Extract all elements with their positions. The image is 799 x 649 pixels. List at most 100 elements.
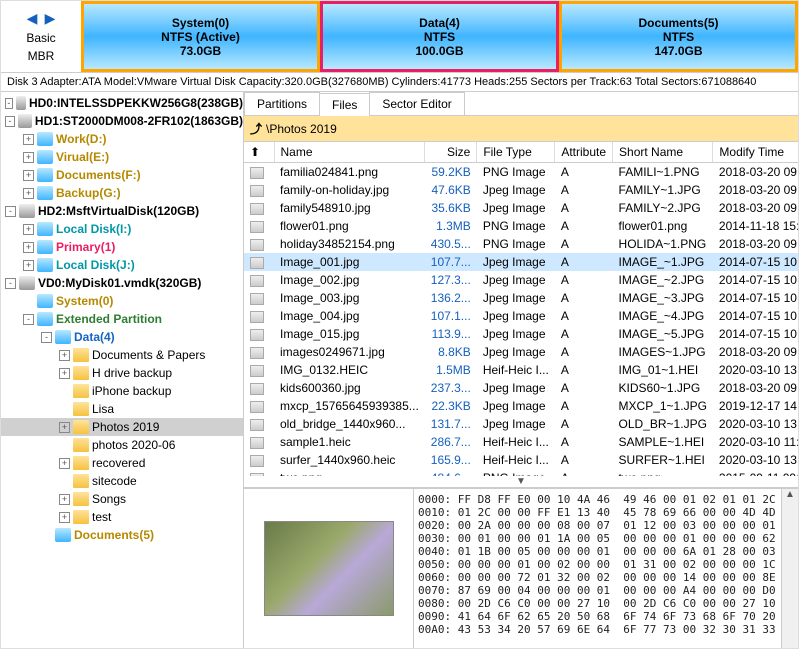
tree-toggle-icon[interactable]: + (59, 422, 70, 433)
tree-toggle-icon[interactable]: - (5, 278, 16, 289)
file-row[interactable]: family-on-holiday.jpg47.6KBJpeg ImageAFA… (244, 181, 798, 199)
file-row[interactable]: flower01.png1.3MBPNG ImageAflower01.png2… (244, 217, 798, 235)
file-row[interactable]: Image_001.jpg107.7...Jpeg ImageAIMAGE_~1… (244, 253, 798, 271)
col-name[interactable]: Name (274, 142, 425, 163)
file-row[interactable]: holiday34852154.png430.5...PNG ImageAHOL… (244, 235, 798, 253)
tree-toggle-icon[interactable]: + (23, 242, 34, 253)
col-mtime[interactable]: Modify Time (713, 142, 798, 163)
thumbnail-preview (244, 489, 414, 648)
up-arrow-icon[interactable]: ⤴ (250, 120, 262, 137)
file-row[interactable]: Image_015.jpg113.9...Jpeg ImageAIMAGE_~5… (244, 325, 798, 343)
hex-preview: 0000: FF D8 FF E0 00 10 4A 46 49 46 00 0… (244, 488, 798, 648)
tree-node[interactable]: +Virual(E:) (1, 148, 243, 166)
tree-node[interactable]: -HD1:ST2000DM008-2FR102(1863GB) (1, 112, 243, 130)
file-icon (250, 311, 264, 323)
prt-icon (37, 186, 53, 200)
device-tree[interactable]: -HD0:INTELSSDPEKKW256G8(238GB)-HD1:ST200… (1, 92, 244, 648)
file-row[interactable]: images0249671.jpg8.8KBJpeg ImageAIMAGES~… (244, 343, 798, 361)
file-row[interactable]: familia024841.png59.2KBPNG ImageAFAMILI~… (244, 163, 798, 182)
tree-node[interactable]: +Primary(1) (1, 238, 243, 256)
splitter-handle[interactable]: ▼ (244, 476, 798, 488)
tree-toggle-icon[interactable]: + (59, 494, 70, 505)
tree-node[interactable]: Lisa (1, 400, 243, 418)
tree-toggle-icon[interactable]: + (23, 224, 34, 235)
tree-toggle-icon[interactable]: + (23, 134, 34, 145)
nav-forward-icon[interactable]: ▶ (42, 11, 58, 27)
disk-type-basic: Basic (26, 31, 55, 45)
tab-sector-editor[interactable]: Sector Editor (369, 92, 464, 115)
file-row[interactable]: two.png484.6...PNG ImageAtwo.png2015-09-… (244, 469, 798, 476)
col-type[interactable]: File Type (477, 142, 555, 163)
tree-node[interactable]: +Backup(G:) (1, 184, 243, 202)
tree-node[interactable]: -Extended Partition (1, 310, 243, 328)
tree-node[interactable]: +test (1, 508, 243, 526)
tree-toggle-icon[interactable]: + (23, 152, 34, 163)
file-row[interactable]: surfer_1440x960.heic165.9...Heif-Heic I.… (244, 451, 798, 469)
tree-toggle-icon[interactable]: - (23, 314, 34, 325)
file-icon (250, 203, 264, 215)
file-icon (250, 167, 264, 179)
tree-node[interactable]: +Local Disk(J:) (1, 256, 243, 274)
tree-toggle-icon[interactable]: + (23, 188, 34, 199)
partition-bar: ◀ ▶ Basic MBR System(0)NTFS (Active)73.0… (1, 1, 798, 73)
tab-files[interactable]: Files (319, 93, 370, 116)
tree-node[interactable]: sitecode (1, 472, 243, 490)
tree-node[interactable]: +H drive backup (1, 364, 243, 382)
fld-icon (73, 492, 89, 506)
file-row[interactable]: sample1.heic286.7...Heif-Heic I...ASAMPL… (244, 433, 798, 451)
tree-node[interactable]: +Local Disk(I:) (1, 220, 243, 238)
file-row[interactable]: old_bridge_1440x960...131.7...Jpeg Image… (244, 415, 798, 433)
prt-icon (55, 528, 71, 542)
tree-node[interactable]: -HD0:INTELSSDPEKKW256G8(238GB) (1, 94, 243, 112)
tree-toggle-icon[interactable]: - (41, 332, 52, 343)
tree-node[interactable]: +recovered (1, 454, 243, 472)
tree-toggle-icon[interactable]: + (59, 458, 70, 469)
tree-toggle-icon[interactable]: + (59, 350, 70, 361)
tree-node[interactable]: -HD2:MsftVirtualDisk(120GB) (1, 202, 243, 220)
partition-block[interactable]: Documents(5)NTFS147.0GB (559, 1, 798, 72)
tree-toggle-icon[interactable]: + (23, 260, 34, 271)
file-row[interactable]: IMG_0132.HEIC1.5MBHeif-Heic I...AIMG_01~… (244, 361, 798, 379)
tree-toggle-icon[interactable]: + (59, 512, 70, 523)
tree-node[interactable]: -Data(4) (1, 328, 243, 346)
file-list[interactable]: ⬆ Name Size File Type Attribute Short Na… (244, 142, 798, 476)
tree-node[interactable]: +Documents(F:) (1, 166, 243, 184)
tree-node[interactable]: +Songs (1, 490, 243, 508)
col-up[interactable]: ⬆ (244, 142, 274, 163)
file-icon (250, 329, 264, 341)
col-size[interactable]: Size (425, 142, 477, 163)
tab-partitions[interactable]: Partitions (244, 92, 320, 115)
tree-node[interactable]: +Photos 2019 (1, 418, 243, 436)
file-row[interactable]: Image_003.jpg136.2...Jpeg ImageAIMAGE_~3… (244, 289, 798, 307)
hex-scrollbar[interactable]: ▲ (781, 489, 798, 648)
file-row[interactable]: Image_004.jpg107.1...Jpeg ImageAIMAGE_~4… (244, 307, 798, 325)
current-path: \Photos 2019 (266, 122, 337, 136)
file-icon (250, 185, 264, 197)
tree-node[interactable]: Documents(5) (1, 526, 243, 544)
col-short[interactable]: Short Name (613, 142, 713, 163)
nav-back-icon[interactable]: ◀ (24, 11, 40, 27)
tree-toggle-icon[interactable]: + (59, 368, 70, 379)
tree-toggle-icon[interactable]: - (5, 206, 16, 217)
col-attr[interactable]: Attribute (555, 142, 613, 163)
file-icon (250, 365, 264, 377)
tree-node[interactable]: photos 2020-06 (1, 436, 243, 454)
tree-toggle-icon[interactable]: - (5, 116, 15, 127)
tree-node[interactable]: +Documents & Papers (1, 346, 243, 364)
hdd-icon (18, 114, 32, 128)
partition-block[interactable]: System(0)NTFS (Active)73.0GB (81, 1, 320, 72)
tree-node[interactable]: -VD0:MyDisk01.vmdk(320GB) (1, 274, 243, 292)
tree-toggle-icon[interactable]: + (23, 170, 34, 181)
file-row[interactable]: mxcp_15765645939385...22.3KBJpeg ImageAM… (244, 397, 798, 415)
tree-toggle-icon[interactable]: - (5, 98, 13, 109)
file-row[interactable]: Image_002.jpg127.3...Jpeg ImageAIMAGE_~2… (244, 271, 798, 289)
partition-block[interactable]: Data(4)NTFS100.0GB (320, 1, 559, 72)
tree-node[interactable]: System(0) (1, 292, 243, 310)
hex-dump[interactable]: 0000: FF D8 FF E0 00 10 4A 46 49 46 00 0… (414, 489, 781, 648)
tree-node[interactable]: iPhone backup (1, 382, 243, 400)
tree-node[interactable]: +Work(D:) (1, 130, 243, 148)
file-icon (250, 239, 264, 251)
file-row[interactable]: kids600360.jpg237.3...Jpeg ImageAKIDS60~… (244, 379, 798, 397)
file-row[interactable]: family548910.jpg35.6KBJpeg ImageAFAMILY~… (244, 199, 798, 217)
prt-icon (37, 132, 53, 146)
